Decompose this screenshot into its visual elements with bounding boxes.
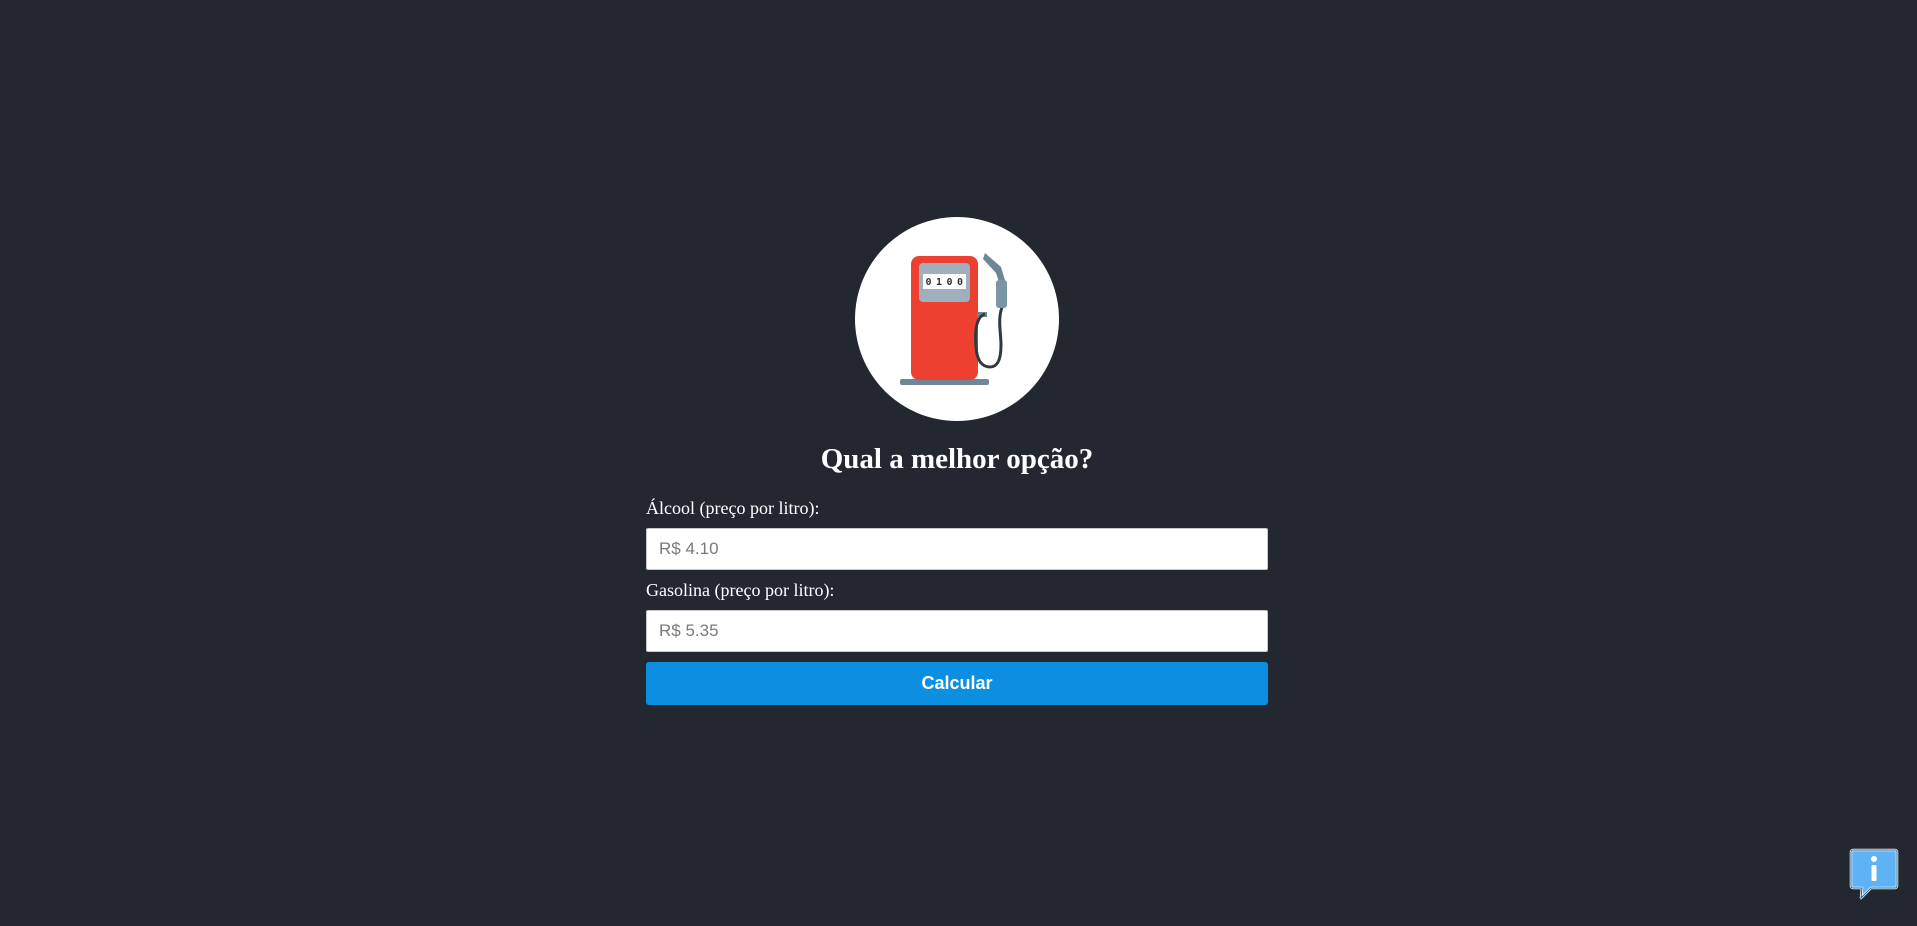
gasolina-price-label: Gasolina (preço por litro): xyxy=(646,580,835,600)
alcool-price-input[interactable] xyxy=(646,528,1268,570)
gas-pump-logo: 0 1 0 0 xyxy=(855,217,1059,421)
svg-text:1: 1 xyxy=(936,277,942,288)
svg-text:0: 0 xyxy=(946,277,952,288)
gas-pump-icon: 0 1 0 0 xyxy=(900,253,1007,385)
svg-text:0: 0 xyxy=(925,277,931,288)
page-title: Qual a melhor opção? xyxy=(820,443,1094,475)
gasolina-price-input[interactable] xyxy=(646,610,1268,652)
info-button[interactable] xyxy=(1849,848,1899,900)
calculate-button[interactable]: Calcular xyxy=(646,662,1268,705)
svg-text:0: 0 xyxy=(957,277,963,288)
alcool-price-label: Álcool (preço por litro): xyxy=(646,498,820,518)
info-speech-bubble-icon xyxy=(1849,848,1899,900)
